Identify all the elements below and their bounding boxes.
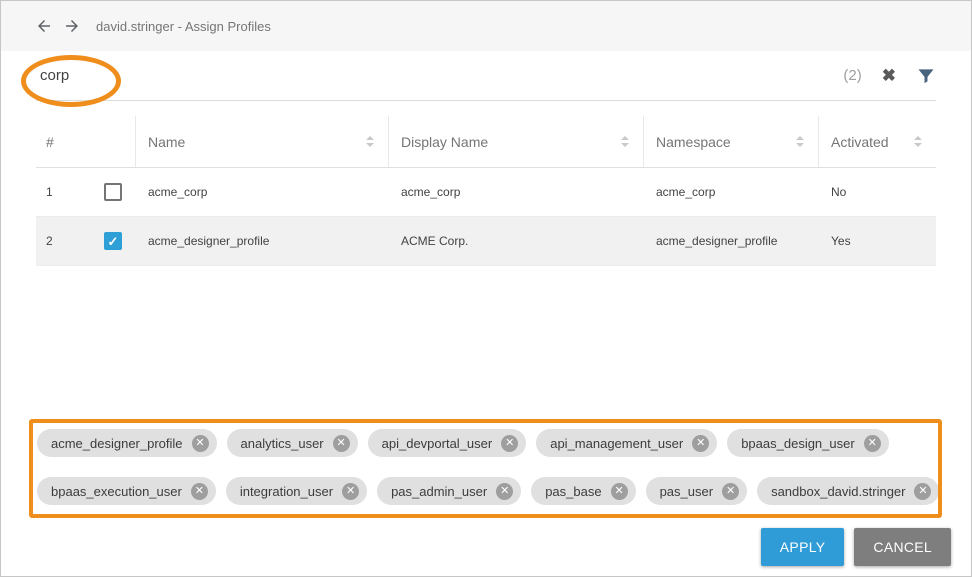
search-bar: (2) ✖ xyxy=(36,51,936,101)
sort-icon[interactable] xyxy=(366,136,374,147)
table-row: 2 acme_designer_profile ACME Corp. acme_… xyxy=(36,217,936,266)
table-header: # Name Display Name Namespace Activated xyxy=(36,116,936,168)
assign-profiles-dialog: david.stringer - Assign Profiles (2) ✖ #… xyxy=(0,0,972,577)
clear-filter-icon[interactable]: ✖ xyxy=(882,67,896,84)
cancel-button[interactable]: CANCEL xyxy=(854,528,951,566)
row-number: 2 xyxy=(46,234,53,248)
profiles-table: # Name Display Name Namespace Activated … xyxy=(36,116,936,266)
chip-remove-icon[interactable]: ✕ xyxy=(722,483,739,500)
chip-remove-icon[interactable]: ✕ xyxy=(692,435,709,452)
sort-icon[interactable] xyxy=(621,136,629,147)
chip-remove-icon[interactable]: ✕ xyxy=(501,435,518,452)
profile-chip: pas_admin_user✕ xyxy=(377,477,521,505)
sort-icon[interactable] xyxy=(914,136,922,147)
profile-chip: api_management_user✕ xyxy=(536,429,717,457)
dialog-footer: APPLY CANCEL xyxy=(761,528,951,566)
display-name-cell: ACME Corp. xyxy=(389,234,644,248)
result-count: (2) xyxy=(843,67,861,84)
display-name-cell: acme_corp xyxy=(389,185,644,199)
filter-icon[interactable] xyxy=(916,66,936,86)
chip-remove-icon[interactable]: ✕ xyxy=(192,435,209,452)
chip-remove-icon[interactable]: ✕ xyxy=(611,483,628,500)
search-input[interactable] xyxy=(36,67,843,84)
profile-chip: api_devportal_user✕ xyxy=(368,429,527,457)
row-checkbox[interactable] xyxy=(104,232,122,250)
back-icon[interactable] xyxy=(34,16,54,36)
column-header-index: # xyxy=(36,116,136,167)
chip-remove-icon[interactable]: ✕ xyxy=(496,483,513,500)
name-cell: acme_designer_profile xyxy=(136,234,389,248)
chip-remove-icon[interactable]: ✕ xyxy=(864,435,881,452)
chip-row: bpaas_execution_user✕ integration_user✕ … xyxy=(37,477,939,505)
column-header-name[interactable]: Name xyxy=(136,116,389,167)
apply-button[interactable]: APPLY xyxy=(761,528,845,566)
chip-remove-icon[interactable]: ✕ xyxy=(191,483,208,500)
forward-icon[interactable] xyxy=(62,16,82,36)
name-cell: acme_corp xyxy=(136,185,389,199)
title-bar: david.stringer - Assign Profiles xyxy=(1,1,971,51)
index-cell: 1 xyxy=(36,183,136,201)
profile-chip: bpaas_execution_user✕ xyxy=(37,477,216,505)
table-row: 1 acme_corp acme_corp acme_corp No xyxy=(36,168,936,217)
chip-remove-icon[interactable]: ✕ xyxy=(342,483,359,500)
namespace-cell: acme_designer_profile xyxy=(644,234,819,248)
row-checkbox[interactable] xyxy=(104,183,122,201)
chip-remove-icon[interactable]: ✕ xyxy=(914,483,931,500)
profile-chip: pas_base✕ xyxy=(531,477,635,505)
column-header-display-name[interactable]: Display Name xyxy=(389,116,644,167)
profile-chip: integration_user✕ xyxy=(226,477,367,505)
chip-row: acme_designer_profile✕ analytics_user✕ a… xyxy=(37,429,939,457)
index-cell: 2 xyxy=(36,232,136,250)
activated-cell: No xyxy=(819,185,936,199)
page-title: david.stringer - Assign Profiles xyxy=(96,19,271,34)
profile-chip: sandbox_david.stringer✕ xyxy=(757,477,939,505)
sort-icon[interactable] xyxy=(796,136,804,147)
row-number: 1 xyxy=(46,185,53,199)
namespace-cell: acme_corp xyxy=(644,185,819,199)
assigned-profiles-chip-area: acme_designer_profile✕ analytics_user✕ a… xyxy=(37,429,939,505)
profile-chip: acme_designer_profile✕ xyxy=(37,429,217,457)
activated-cell: Yes xyxy=(819,234,936,248)
profile-chip: analytics_user✕ xyxy=(227,429,358,457)
profile-chip: pas_user✕ xyxy=(646,477,747,505)
column-header-namespace[interactable]: Namespace xyxy=(644,116,819,167)
chip-remove-icon[interactable]: ✕ xyxy=(333,435,350,452)
column-header-activated[interactable]: Activated xyxy=(819,116,936,167)
profile-chip: bpaas_design_user✕ xyxy=(727,429,888,457)
